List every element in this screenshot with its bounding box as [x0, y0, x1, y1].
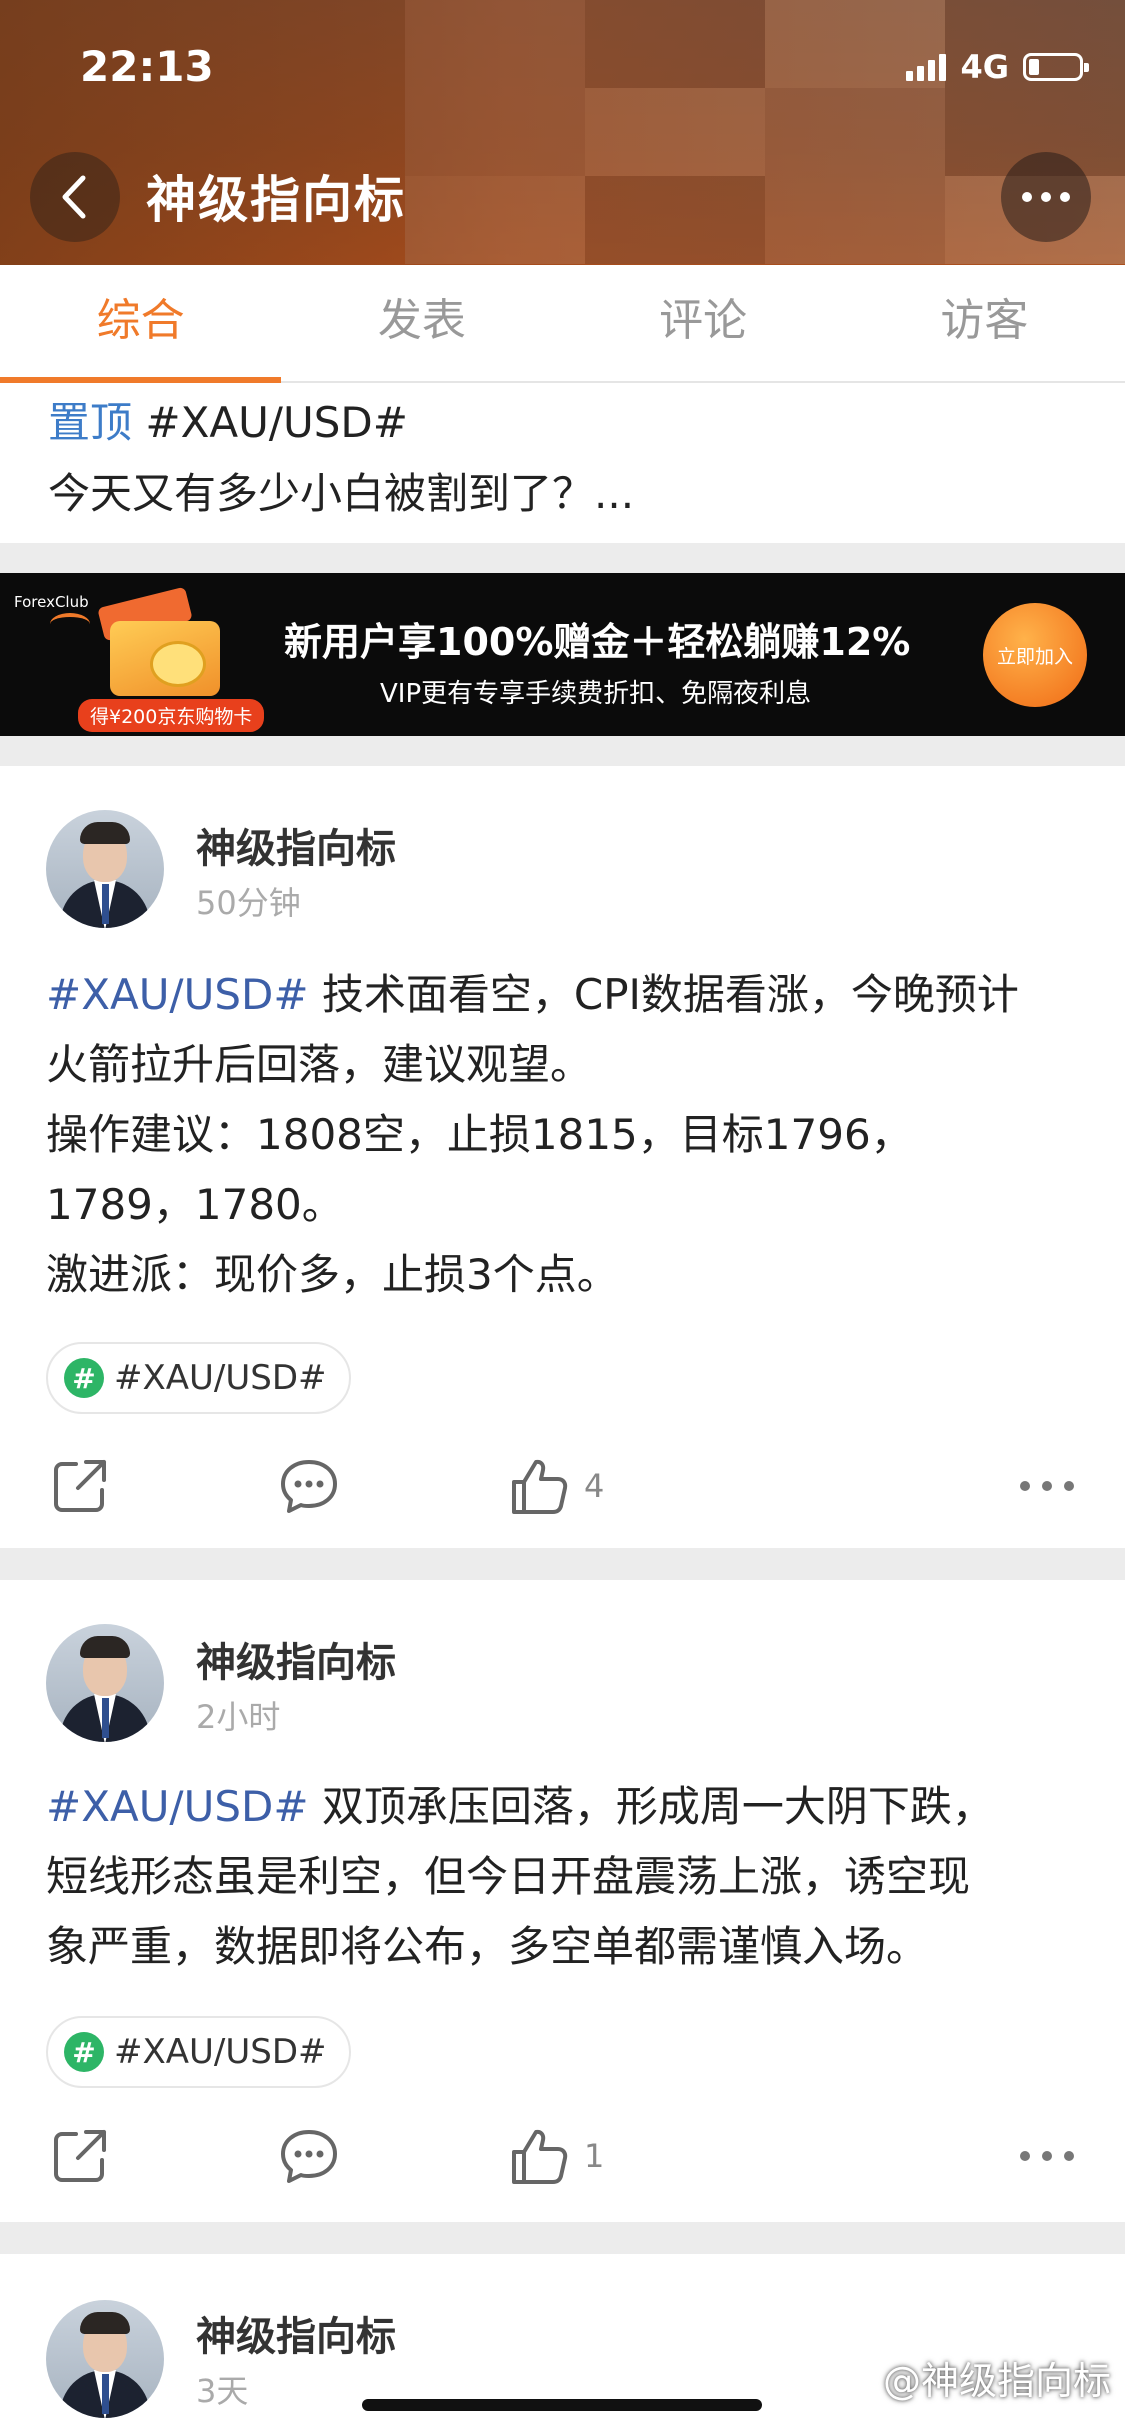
- status-time: 22:13: [80, 42, 214, 91]
- join-button[interactable]: 立即加入: [983, 603, 1087, 707]
- post-card[interactable]: 神级指向标 50分钟 #XAU/USD# 技术面看空，CPI数据看涨，今晚预计 …: [0, 766, 1125, 1548]
- post-body: #XAU/USD# 双顶承压回落，形成周一大阴下跌， 短线形态虽是利空，但今日开…: [46, 1782, 994, 1971]
- network-type: 4G: [960, 48, 1009, 86]
- signal-icon: [906, 53, 947, 81]
- post-hashtag[interactable]: #XAU/USD#: [46, 1782, 309, 1831]
- author-name[interactable]: 神级指向标: [196, 816, 396, 874]
- comment-button[interactable]: [278, 2116, 340, 2196]
- ad-banner[interactable]: ForexClub 得¥200京东购物卡 新用户享100%赠金＋轻松躺赚12% …: [0, 573, 1125, 736]
- pinned-hashtag: #XAU/USD#: [145, 398, 408, 447]
- post-time: 3天: [196, 2372, 249, 2410]
- like-button[interactable]: 4: [508, 1446, 604, 1526]
- brand-logo: ForexClub: [14, 593, 89, 611]
- avatar[interactable]: [46, 810, 164, 928]
- post-time: 2小时: [196, 1698, 281, 1736]
- banner-headline: 新用户享100%赠金＋轻松躺赚12%: [284, 620, 911, 664]
- hashtag-icon: #: [64, 2032, 104, 2072]
- author-name[interactable]: 神级指向标: [196, 2304, 396, 2362]
- like-button[interactable]: 1: [508, 2116, 604, 2196]
- pinned-post[interactable]: 置顶 #XAU/USD# 今天又有多少小白被割到了？...: [0, 383, 1125, 543]
- post-time: 50分钟: [196, 884, 301, 922]
- author-name[interactable]: 神级指向标: [196, 1630, 396, 1688]
- post-hashtag[interactable]: #XAU/USD#: [46, 970, 309, 1019]
- share-button[interactable]: [50, 2116, 110, 2196]
- avatar[interactable]: [46, 2300, 164, 2418]
- comment-icon: [281, 2130, 337, 2183]
- share-icon: [54, 1460, 106, 1512]
- battery-icon: [1023, 53, 1089, 81]
- gift-card-label: 得¥200京东购物卡: [78, 699, 265, 732]
- more-icon: [1022, 192, 1070, 202]
- avatar[interactable]: [46, 1624, 164, 1742]
- comment-icon: [281, 1460, 337, 1513]
- tab-comments[interactable]: 评论: [563, 265, 844, 381]
- status-indicators: 4G: [906, 48, 1089, 86]
- post-card[interactable]: 神级指向标 2小时 #XAU/USD# 双顶承压回落，形成周一大阴下跌， 短线形…: [0, 1580, 1125, 2222]
- more-options-button[interactable]: [1001, 152, 1091, 242]
- tab-overview[interactable]: 综合: [0, 265, 282, 383]
- pinned-text: 今天又有多少小白被割到了？...: [48, 469, 635, 518]
- post-body: #XAU/USD# 技术面看空，CPI数据看涨，今晚预计 火箭拉升后回落，建议观…: [46, 970, 1019, 1299]
- topic-chip[interactable]: # #XAU/USD#: [46, 1342, 351, 1414]
- gift-box-icon: [80, 586, 250, 701]
- like-count: 1: [584, 2137, 605, 2175]
- back-icon: [62, 175, 86, 219]
- post-more-button[interactable]: [1019, 1446, 1075, 1526]
- post-actions: 1: [0, 2116, 1125, 2196]
- watermark: @神级指向标: [882, 2359, 1111, 2403]
- profile-header: 22:13 4G 神级指向标: [0, 0, 1125, 265]
- tab-posts[interactable]: 发表: [281, 265, 562, 381]
- share-icon: [54, 2130, 106, 2182]
- page-title: 神级指向标: [146, 171, 406, 229]
- hashtag-icon: #: [64, 1358, 104, 1398]
- share-button[interactable]: [50, 1446, 110, 1526]
- more-icon: [1020, 1481, 1074, 1491]
- like-icon: [512, 1459, 568, 1514]
- comment-button[interactable]: [278, 1446, 340, 1526]
- post-more-button[interactable]: [1019, 2116, 1075, 2196]
- profile-tabs: 综合 发表 评论 访客: [0, 265, 1125, 383]
- tab-visitors[interactable]: 访客: [844, 265, 1125, 381]
- topic-chip[interactable]: # #XAU/USD#: [46, 2016, 351, 2088]
- banner-subline: VIP更有专享手续费折扣、免隔夜利息: [380, 679, 812, 709]
- like-icon: [512, 2129, 568, 2184]
- back-button[interactable]: [30, 152, 120, 242]
- more-icon: [1020, 2151, 1074, 2161]
- like-count: 4: [584, 1467, 605, 1505]
- home-indicator[interactable]: [362, 2399, 762, 2411]
- pinned-badge: 置顶: [48, 398, 133, 447]
- post-actions: 4: [0, 1446, 1125, 1526]
